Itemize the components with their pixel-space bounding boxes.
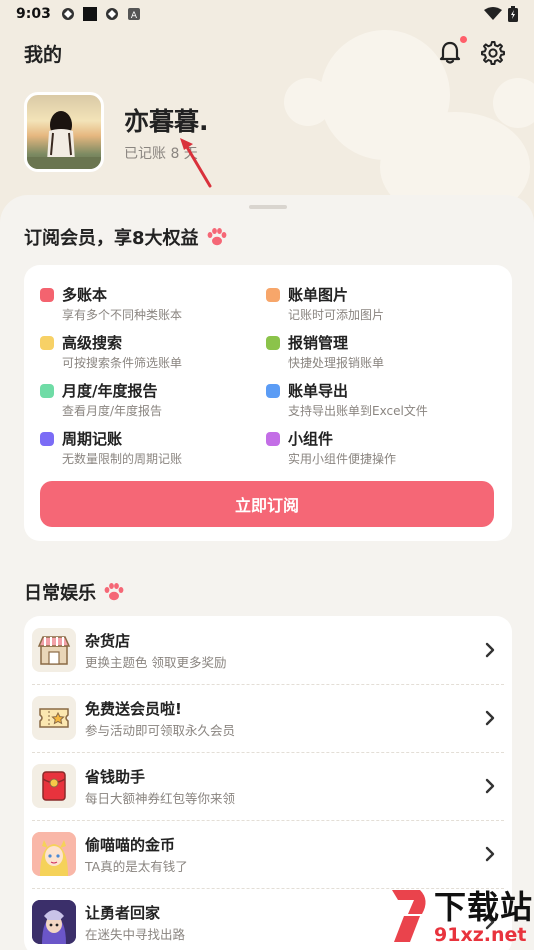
benefit-title: 报销管理 bbox=[288, 334, 349, 352]
benefit-desc: 实用小组件便捷操作 bbox=[288, 452, 397, 466]
benefit-report: 月度/年度报告 查看月度/年度报告 bbox=[40, 380, 260, 420]
entertainment-section-title: 日常娱乐 bbox=[24, 579, 124, 605]
benefit-color-dot bbox=[266, 336, 280, 350]
benefit-title: 小组件 bbox=[288, 430, 334, 448]
list-item-saving-helper[interactable]: 省钱助手 每日大额神券红包等你来领 bbox=[24, 752, 512, 820]
page-title: 我的 bbox=[24, 44, 63, 66]
benefit-title: 账单导出 bbox=[288, 382, 349, 400]
avatar-photo bbox=[27, 111, 101, 169]
benefit-desc: 快捷处理报销账单 bbox=[288, 356, 385, 370]
red-envelope-icon bbox=[32, 764, 76, 808]
list-item-steal-coins[interactable]: 偷喵喵的金币 TA真的是太有钱了 bbox=[24, 820, 512, 888]
paw-icon bbox=[207, 228, 226, 246]
sheet-drag-handle[interactable] bbox=[249, 205, 287, 209]
list-item-desc: 参与活动即可领取永久会员 bbox=[85, 723, 236, 738]
chevron-right-icon bbox=[485, 710, 495, 726]
benefit-advanced-search: 高级搜索 可按搜索条件筛选账单 bbox=[40, 332, 260, 372]
svg-text:A: A bbox=[131, 11, 138, 21]
hero-icon bbox=[32, 900, 76, 944]
list-item-title: 偷喵喵的金币 bbox=[85, 836, 176, 854]
benefit-color-dot bbox=[40, 432, 54, 446]
benefit-bill-image: 账单图片 记账时可添加图片 bbox=[266, 284, 486, 324]
app-notification-icon bbox=[105, 8, 118, 20]
chevron-right-icon bbox=[485, 846, 495, 862]
status-time: 9:03 bbox=[16, 6, 51, 22]
chevron-right-icon bbox=[485, 642, 495, 658]
membership-title: 订阅会员，享8大权益 bbox=[24, 228, 199, 249]
benefit-color-dot bbox=[40, 384, 54, 398]
subscribe-now-button[interactable]: 立即订阅 bbox=[40, 481, 494, 527]
paw-icon bbox=[104, 583, 124, 601]
list-item-title: 免费送会员啦! bbox=[85, 700, 182, 718]
cat-girl-icon bbox=[32, 832, 76, 876]
chevron-right-icon bbox=[485, 778, 495, 794]
benefit-desc: 支持导出账单到Excel文件 bbox=[288, 404, 428, 418]
notification-badge bbox=[460, 36, 467, 43]
benefit-desc: 享有多个不同种类账本 bbox=[62, 308, 183, 322]
benefit-recurring: 周期记账 无数量限制的周期记账 bbox=[40, 428, 260, 468]
decor-circle bbox=[284, 78, 332, 126]
settings-gear-icon[interactable] bbox=[479, 40, 505, 66]
decor-circle bbox=[493, 78, 534, 128]
ticket-icon bbox=[32, 696, 76, 740]
list-item-desc: TA真的是太有钱了 bbox=[85, 859, 188, 874]
benefit-multi-book: 多账本 享有多个不同种类账本 bbox=[40, 284, 260, 324]
benefit-color-dot bbox=[40, 288, 54, 302]
benefit-title: 多账本 bbox=[62, 286, 108, 304]
benefit-desc: 记账时可添加图片 bbox=[288, 308, 385, 322]
watermark-text: 下载站 bbox=[434, 888, 534, 926]
entertainment-title: 日常娱乐 bbox=[24, 583, 96, 604]
benefit-title: 月度/年度报告 bbox=[62, 382, 158, 400]
benefit-desc: 可按搜索条件筛选账单 bbox=[62, 356, 183, 370]
benefit-reimbursement: 报销管理 快捷处理报销账单 bbox=[266, 332, 486, 372]
list-item-title: 让勇者回家 bbox=[85, 904, 161, 922]
list-item-desc: 更换主题色 领取更多奖励 bbox=[85, 655, 227, 670]
app-notification-icon bbox=[61, 8, 74, 20]
shop-icon bbox=[32, 628, 76, 672]
benefit-color-dot bbox=[266, 432, 280, 446]
status-right bbox=[484, 6, 518, 22]
benefit-color-dot bbox=[40, 336, 54, 350]
list-item-title: 省钱助手 bbox=[85, 768, 146, 786]
app-notification-icon: A bbox=[127, 8, 140, 21]
benefit-export: 账单导出 支持导出账单到Excel文件 bbox=[266, 380, 486, 420]
list-item-desc: 在迷失中寻找出路 bbox=[85, 927, 186, 942]
notification-bell-icon[interactable] bbox=[437, 40, 463, 66]
app-notification-icon bbox=[82, 7, 97, 21]
list-item-desc: 每日大额神券红包等你来领 bbox=[85, 791, 236, 806]
list-item-grocery-store[interactable]: 杂货店 更换主题色 领取更多奖励 bbox=[24, 616, 512, 684]
benefit-desc: 无数量限制的周期记账 bbox=[62, 452, 183, 466]
arrow-annotation-icon bbox=[180, 138, 212, 188]
benefit-title: 高级搜索 bbox=[62, 334, 123, 352]
benefit-color-dot bbox=[266, 384, 280, 398]
battery-icon bbox=[508, 6, 518, 22]
status-bar: 9:03 A bbox=[0, 0, 534, 28]
wifi-icon bbox=[484, 7, 502, 20]
benefit-title: 周期记账 bbox=[62, 430, 123, 448]
site-watermark: 下载站 91xz.net bbox=[380, 880, 534, 950]
list-item-title: 杂货店 bbox=[85, 632, 131, 650]
benefit-color-dot bbox=[266, 288, 280, 302]
benefit-title: 账单图片 bbox=[288, 286, 349, 304]
membership-section-title: 订阅会员，享8大权益 bbox=[24, 224, 227, 250]
avatar[interactable] bbox=[24, 92, 104, 172]
list-item-free-membership[interactable]: 免费送会员啦! 参与活动即可领取永久会员 bbox=[24, 684, 512, 752]
benefit-desc: 查看月度/年度报告 bbox=[62, 404, 163, 418]
username[interactable]: 亦暮暮. bbox=[124, 102, 209, 138]
benefit-widget: 小组件 实用小组件便捷操作 bbox=[266, 428, 486, 468]
watermark-url: 91xz.net bbox=[434, 924, 527, 946]
